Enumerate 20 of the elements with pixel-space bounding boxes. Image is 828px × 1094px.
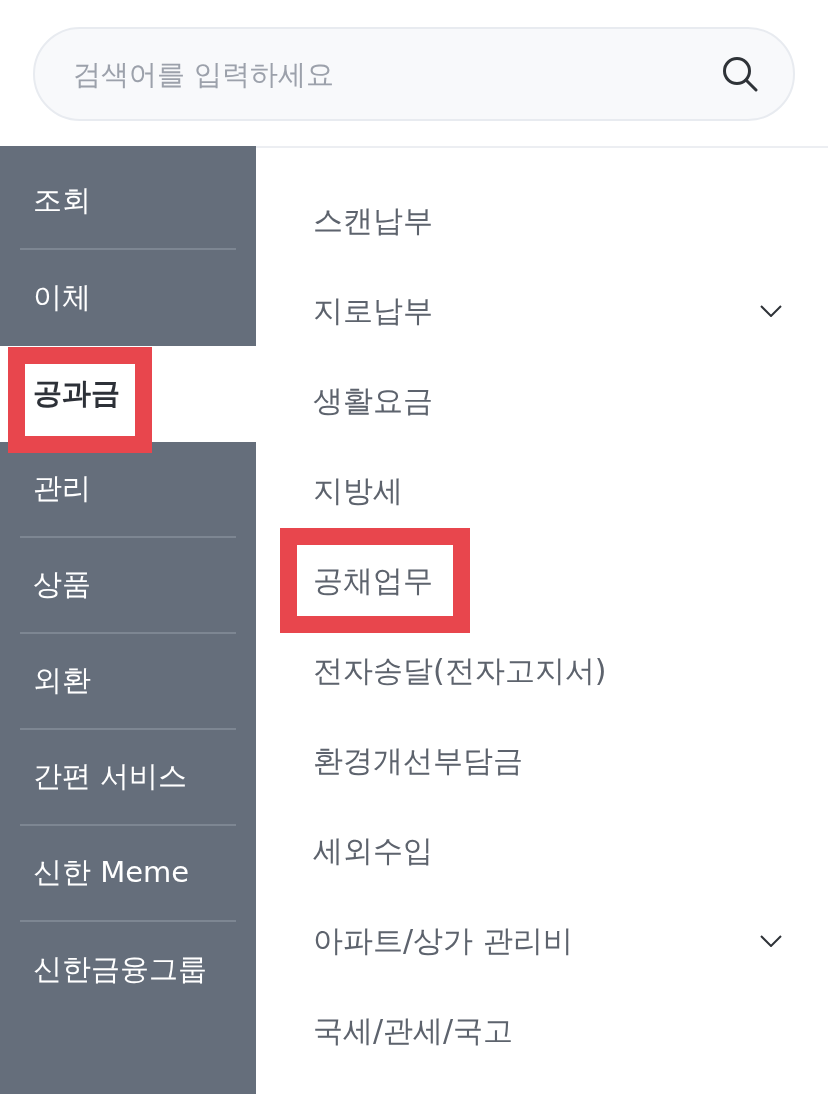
submenu-item[interactable]: 아파트/상가 관리비: [256, 896, 828, 986]
sidebar-item[interactable]: 간편 서비스: [0, 730, 256, 824]
submenu-item[interactable]: 공채업무: [256, 536, 828, 626]
submenu-item[interactable]: 국세/관세/국고: [256, 986, 828, 1076]
sidebar-item[interactable]: 외환: [0, 634, 256, 728]
submenu-item[interactable]: 지로납부: [256, 266, 828, 356]
sidebar-item[interactable]: 조회: [0, 154, 256, 248]
sidebar-item[interactable]: 상품: [0, 538, 256, 632]
submenu-item[interactable]: 세외수입: [256, 806, 828, 896]
submenu-item[interactable]: 스캔납부: [256, 176, 828, 266]
sidebar-item[interactable]: 신한 Meme: [0, 826, 256, 920]
submenu-item[interactable]: 전자송달(전자고지서): [256, 626, 828, 716]
submenu-item[interactable]: 환경개선부담금: [256, 716, 828, 806]
search-icon[interactable]: [722, 56, 758, 92]
submenu-item[interactable]: 지방세: [256, 446, 828, 536]
submenu-item[interactable]: 생활요금: [256, 356, 828, 446]
sidebar-item[interactable]: 이체: [0, 250, 256, 346]
search-field[interactable]: 검색어를 입력하세요: [33, 27, 795, 121]
sidebar-item[interactable]: 신한금융그룹: [0, 922, 256, 1018]
sidebar-item[interactable]: 관리: [0, 442, 256, 536]
